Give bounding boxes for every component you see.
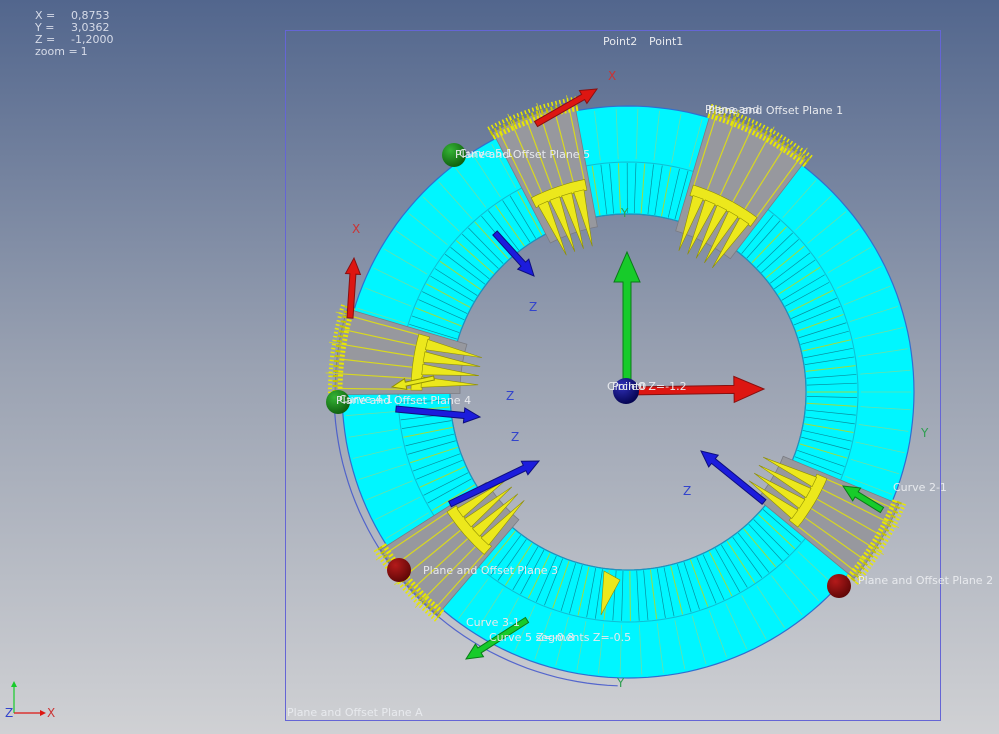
- viewport-canvas[interactable]: X Y X Y Y Z Z Z Z Point2 Point1 Plane and Offset Pl…: [0, 0, 999, 734]
- view-orientation-triad: ZX: [5, 681, 55, 720]
- triad-x-arrowhead: [40, 710, 46, 716]
- label-point0[interactable]: Point0: [612, 380, 646, 393]
- label-curve-5-segments-overlap[interactable]: Z=-0.8: [536, 631, 574, 644]
- triad-letter-z: Z: [5, 706, 13, 720]
- readout-zoom-label: zoom =: [35, 46, 78, 58]
- label-curve-2-1[interactable]: Curve 2-1: [893, 481, 947, 494]
- label-curve-5-1[interactable]: Curve 5-1: [459, 147, 513, 160]
- cad-application-window: X = 0,8753 Y = 3,0362 Z = -1,2000 zoom =…: [0, 0, 999, 734]
- axis-letter-z: Z: [683, 484, 691, 498]
- axis-letter-z: Z: [506, 389, 514, 403]
- label-curve-4-1[interactable]: Curve 4-1: [339, 393, 393, 406]
- coordinate-readout: X = 0,8753 Y = 3,0362 Z = -1,2000 zoom =…: [35, 10, 113, 58]
- label-plane-1-overlap[interactable]: Plane and: [705, 103, 759, 116]
- axis-letter-z: Z: [529, 300, 537, 314]
- label-curve-3-1[interactable]: Curve 3-1: [466, 616, 520, 629]
- sphere-plane-2[interactable]: [827, 574, 851, 598]
- label-plane-3[interactable]: Plane and Offset Plane 3: [423, 564, 558, 577]
- axis-letter-y: Y: [920, 426, 929, 440]
- readout-zoom: zoom = 1: [35, 46, 113, 58]
- triad-y-arrow[interactable]: [614, 252, 640, 391]
- blue-arrow-lower-right[interactable]: [701, 451, 766, 504]
- label-plane-a[interactable]: Plane and Offset Plane A: [287, 706, 423, 719]
- label-point2[interactable]: Point2: [603, 35, 637, 48]
- axis-letter-x: X: [352, 222, 360, 236]
- axis-letter-y: Y: [620, 206, 629, 220]
- label-point1[interactable]: Point1: [649, 35, 683, 48]
- label-plane-2[interactable]: Plane and Offset Plane 2: [858, 574, 993, 587]
- sphere-plane-3[interactable]: [387, 558, 411, 582]
- axis-letter-y: Y: [616, 676, 625, 690]
- axis-letter-x: X: [608, 69, 616, 83]
- triad-y-arrowhead: [11, 681, 17, 687]
- axis-letter-z: Z: [511, 430, 519, 444]
- readout-zoom-value: 1: [81, 46, 88, 58]
- triad-letter-x: X: [47, 706, 55, 720]
